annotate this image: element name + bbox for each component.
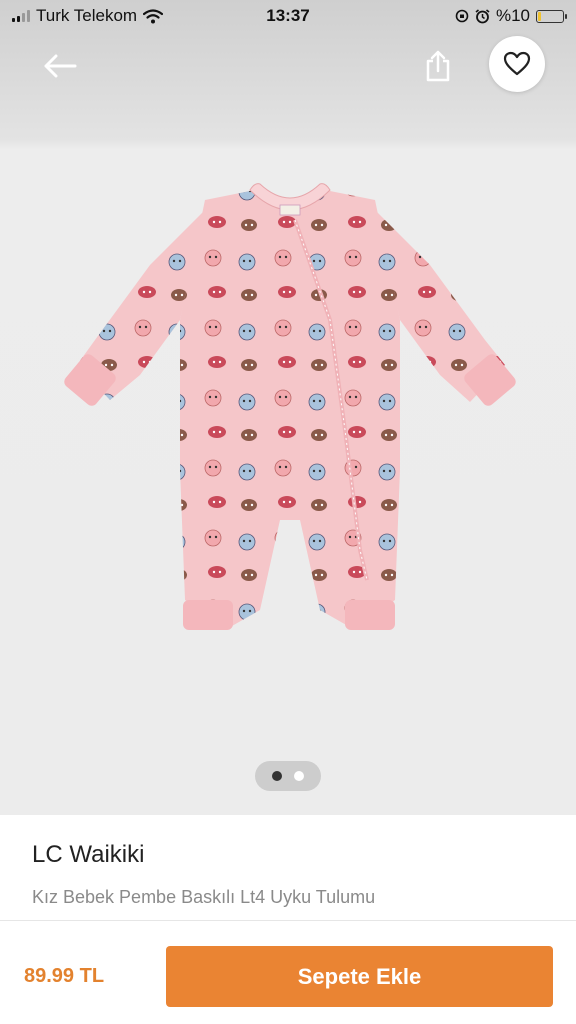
purchase-bar: 89.99 TL Sepete Ekle [0,921,576,1024]
pagination-dot[interactable] [294,771,304,781]
signal-icon [12,10,30,22]
heart-icon [503,51,531,76]
carrier-name: Turk Telekom [36,6,138,25]
battery-percent: %10 [495,6,530,25]
status-bar: Turk Telekom 13:37 %10 [0,0,576,32]
orientation-lock-icon [455,9,469,23]
favorite-button[interactable] [489,36,545,92]
back-button[interactable] [36,46,84,86]
brand-name[interactable]: LC Waikiki [32,841,144,869]
product-name: Kız Bebek Pembe Baskılı Lt4 Uyku Tulumu [32,887,376,907]
alarm-icon [475,8,490,23]
share-icon [426,50,450,82]
battery-icon [536,9,567,23]
share-button[interactable] [416,44,460,88]
add-to-cart-button[interactable]: Sepete Ekle [166,946,553,1007]
product-info: LC Waikiki Kız Bebek Pembe Baskılı Lt4 U… [0,815,576,920]
product-price: 89.99 TL [24,965,105,987]
product-image-gallery[interactable] [0,0,576,815]
product-image[interactable] [55,170,525,670]
pagination-dot-active[interactable] [272,771,282,781]
wifi-icon [143,8,164,23]
back-arrow-icon [44,54,77,78]
image-pagination[interactable] [255,761,321,791]
